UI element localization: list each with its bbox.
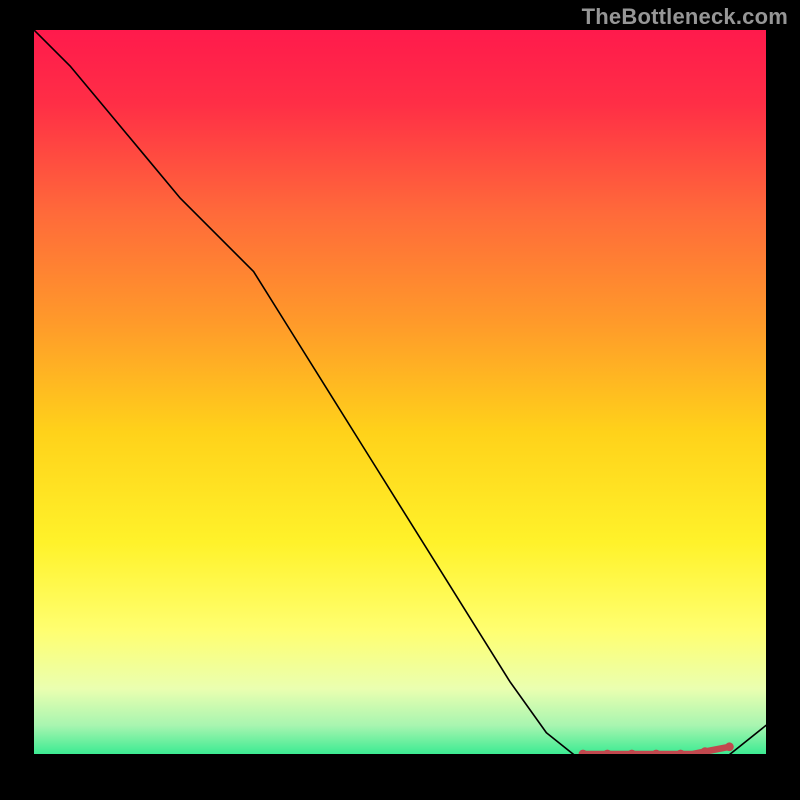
chart-stage: TheBottleneck.com bbox=[0, 0, 800, 800]
optimal-band-marker bbox=[34, 30, 766, 754]
plot-area bbox=[34, 30, 766, 754]
watermark-text: TheBottleneck.com bbox=[582, 4, 788, 30]
